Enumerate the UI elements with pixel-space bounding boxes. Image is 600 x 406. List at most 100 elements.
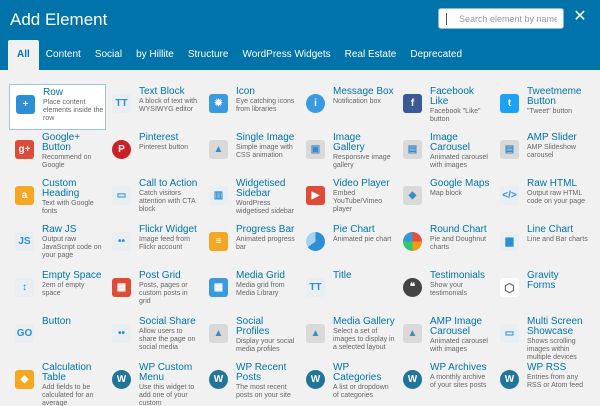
tab-structure[interactable]: Structure <box>181 40 236 70</box>
tab-deprecated[interactable]: Deprecated <box>403 40 469 70</box>
search-input[interactable] <box>439 9 563 28</box>
element-text: Message Box Notification box <box>333 87 395 106</box>
element-round-chart[interactable]: Round Chart Pie and Doughnut charts <box>397 222 494 268</box>
element-video-player[interactable]: ▶ Video Player Embed YouTube/Vimeo player <box>300 176 397 222</box>
element-name: Video Player <box>333 178 390 189</box>
element-flickr-widget[interactable]: •• Flickr Widget Image feed from Flickr ac… <box>106 222 203 268</box>
wordpress-icon: W <box>403 370 422 389</box>
element-name: Title <box>333 270 352 281</box>
element-text: Flickr Widget Image feed from Flickr acco… <box>139 225 201 252</box>
element-name: Line Chart <box>527 224 574 235</box>
element-name: Row <box>43 87 64 98</box>
element-text: Multi Screen Showcase Shows scrolling ima… <box>527 317 589 361</box>
element-text: Media Gallery Select a set of images to d… <box>333 317 395 352</box>
element-post-grid[interactable]: ▦ Post Grid Posts, pages or custom posts i… <box>106 268 203 314</box>
element-empty-space[interactable]: ↕ Empty Space 2em of empty space <box>9 268 106 314</box>
element-raw-js[interactable]: JS Raw JS Output raw JavaScript code on yo… <box>9 222 106 268</box>
tab-wordpress-widgets[interactable]: WordPress Widgets <box>235 40 337 70</box>
element-description: "Tweet" button <box>527 108 573 115</box>
element-image-carousel[interactable]: ▤ Image Carousel Animated carousel with im… <box>397 130 494 176</box>
element-description: Media grid from Media Library <box>236 282 285 297</box>
element-grid: + Row Place content elements inside the ro… <box>9 84 591 406</box>
element-text: WP Recent Posts The most recent posts on … <box>236 363 298 400</box>
element-description: Place content elements inside the row <box>43 99 104 122</box>
element-text: Single Image Simple image with CSS animat… <box>236 133 298 160</box>
element-wp-archives[interactable]: W WP Archives A monthly archive of your si… <box>397 360 494 406</box>
element-wp-rss[interactable]: W WP RSS Entries from any RSS or Atom feed <box>494 360 591 406</box>
empty-space-icon: ↕ <box>15 278 34 297</box>
tab-all[interactable]: All <box>8 40 39 70</box>
element-wp-custom-menu[interactable]: W WP Custom Menu Use this widget to add on… <box>106 360 203 406</box>
devices-icon: ▭ <box>500 324 519 343</box>
element-text: Icon Eye catching icons from libraries <box>236 87 298 114</box>
element-row[interactable]: + Row Place content elements inside the ro… <box>9 84 106 130</box>
html-icon: </> <box>500 186 519 205</box>
wordpress-icon: W <box>209 370 228 389</box>
element-facebook-like[interactable]: f Facebook Like Facebook "Like" button <box>397 84 494 130</box>
tab-social[interactable]: Social <box>88 40 129 70</box>
element-gravity-forms[interactable]: ⬡ Gravity Forms <box>494 268 591 314</box>
element-google-maps[interactable]: ◆ Google Maps Map block <box>397 176 494 222</box>
element-description: Output raw JavaScript code on your page <box>42 236 102 259</box>
element-widgetised-sidebar[interactable]: ▥ Widgetised Sidebar WordPress widgetised … <box>203 176 300 222</box>
pie-chart-icon <box>306 232 325 251</box>
element-raw-html[interactable]: </> Raw HTML Output raw HTML code on your … <box>494 176 591 222</box>
element-amp-image-carousel[interactable]: ▲ AMP Image Carousel Animated carousel wit… <box>397 314 494 360</box>
element-media-gallery[interactable]: ▲ Media Gallery Select a set of images to … <box>300 314 397 360</box>
element-text: Round Chart Pie and Doughnut charts <box>430 225 492 252</box>
element-social-profiles[interactable]: ▲ Social Profiles Display your social medi… <box>203 314 300 360</box>
element-single-image[interactable]: ▲ Single Image Simple image with CSS anima… <box>203 130 300 176</box>
tab-content[interactable]: Content <box>39 40 88 70</box>
element-description: Show your testimonials <box>430 282 467 297</box>
element-wp-categories[interactable]: W WP Categories A list or dropdown of cate… <box>300 360 397 406</box>
element-text: Testimonials Show your testimonials <box>430 271 492 298</box>
element-text-block[interactable]: TT Text Block A block of text with WYSIWYG… <box>106 84 203 130</box>
line-chart-icon: ▆ <box>500 232 519 251</box>
element-media-grid[interactable]: ▦ Media Grid Media grid from Media Library <box>203 268 300 314</box>
info-icon: i <box>306 94 325 113</box>
element-google-plus[interactable]: g+ Google+ Button Recommend on Google <box>9 130 106 176</box>
element-pie-chart[interactable]: Pie Chart Animated pie chart <box>300 222 397 268</box>
gallery-icon: ▣ <box>306 140 325 159</box>
element-testimonials[interactable]: ❝ Testimonials Show your testimonials <box>397 268 494 314</box>
facebook-icon: f <box>403 94 422 113</box>
element-name: Media Gallery <box>333 316 395 327</box>
element-wp-recent-posts[interactable]: W WP Recent Posts The most recent posts on… <box>203 360 300 406</box>
element-text: Video Player Embed YouTube/Vimeo player <box>333 179 395 214</box>
element-image-gallery[interactable]: ▣ Image Gallery Responsive image gallery <box>300 130 397 176</box>
element-text: Tweetmeme Button "Tweet" button <box>527 87 589 116</box>
element-text: WP Archives A monthly archive of your sit… <box>430 363 492 390</box>
element-call-to-action[interactable]: ▭ Call to Action Catch visitors attention … <box>106 176 203 222</box>
search-box[interactable] <box>438 8 564 29</box>
element-line-chart[interactable]: ▆ Line Chart Line and Bar charts <box>494 222 591 268</box>
element-description: Eye catching icons from libraries <box>236 98 295 113</box>
title-icon: TT <box>306 278 325 297</box>
element-name: AMP Image Carousel <box>430 316 483 337</box>
element-pinterest[interactable]: P Pinterest Pinterest button <box>106 130 203 176</box>
element-icon[interactable]: ✹ Icon Eye catching icons from libraries <box>203 84 300 130</box>
element-name: Post Grid <box>139 270 181 281</box>
profiles-icon: ▲ <box>209 324 228 343</box>
element-name: Text Block <box>139 86 185 97</box>
element-amp-slider[interactable]: ▤ AMP Slider AMP Slideshow carousel <box>494 130 591 176</box>
element-calculation-table[interactable]: ◆ Calculation Table Add fields to be calcu… <box>9 360 106 406</box>
element-progress-bar[interactable]: ≡ Progress Bar Animated progress bar <box>203 222 300 268</box>
element-text: Raw HTML Output raw HTML code on your pag… <box>527 179 589 206</box>
element-custom-heading[interactable]: a Custom Heading Text with Google fonts <box>9 176 106 222</box>
element-multi-screen-showcase[interactable]: ▭ Multi Screen Showcase Shows scrolling im… <box>494 314 591 360</box>
element-message-box[interactable]: i Message Box Notification box <box>300 84 397 130</box>
element-text: AMP Slider AMP Slideshow carousel <box>527 133 589 160</box>
element-description: Allow users to share the page on social … <box>139 328 196 351</box>
element-button[interactable]: GO Button <box>9 314 106 360</box>
close-icon[interactable]: ✕ <box>572 7 588 27</box>
element-social-share[interactable]: •• Social Share Allow users to share the p… <box>106 314 203 360</box>
media-gallery-icon: ▲ <box>306 324 325 343</box>
tab-real-estate[interactable]: Real Estate <box>338 40 404 70</box>
element-description: Text with Google fonts <box>42 200 94 215</box>
element-tweetmeme[interactable]: t Tweetmeme Button "Tweet" button <box>494 84 591 130</box>
tab-by-hillite[interactable]: by Hillite <box>129 40 181 70</box>
element-title[interactable]: TT Title <box>300 268 397 314</box>
element-name: WP Archives <box>430 362 487 373</box>
element-text: Image Gallery Responsive image gallery <box>333 133 395 170</box>
element-description: Map block <box>430 190 462 197</box>
